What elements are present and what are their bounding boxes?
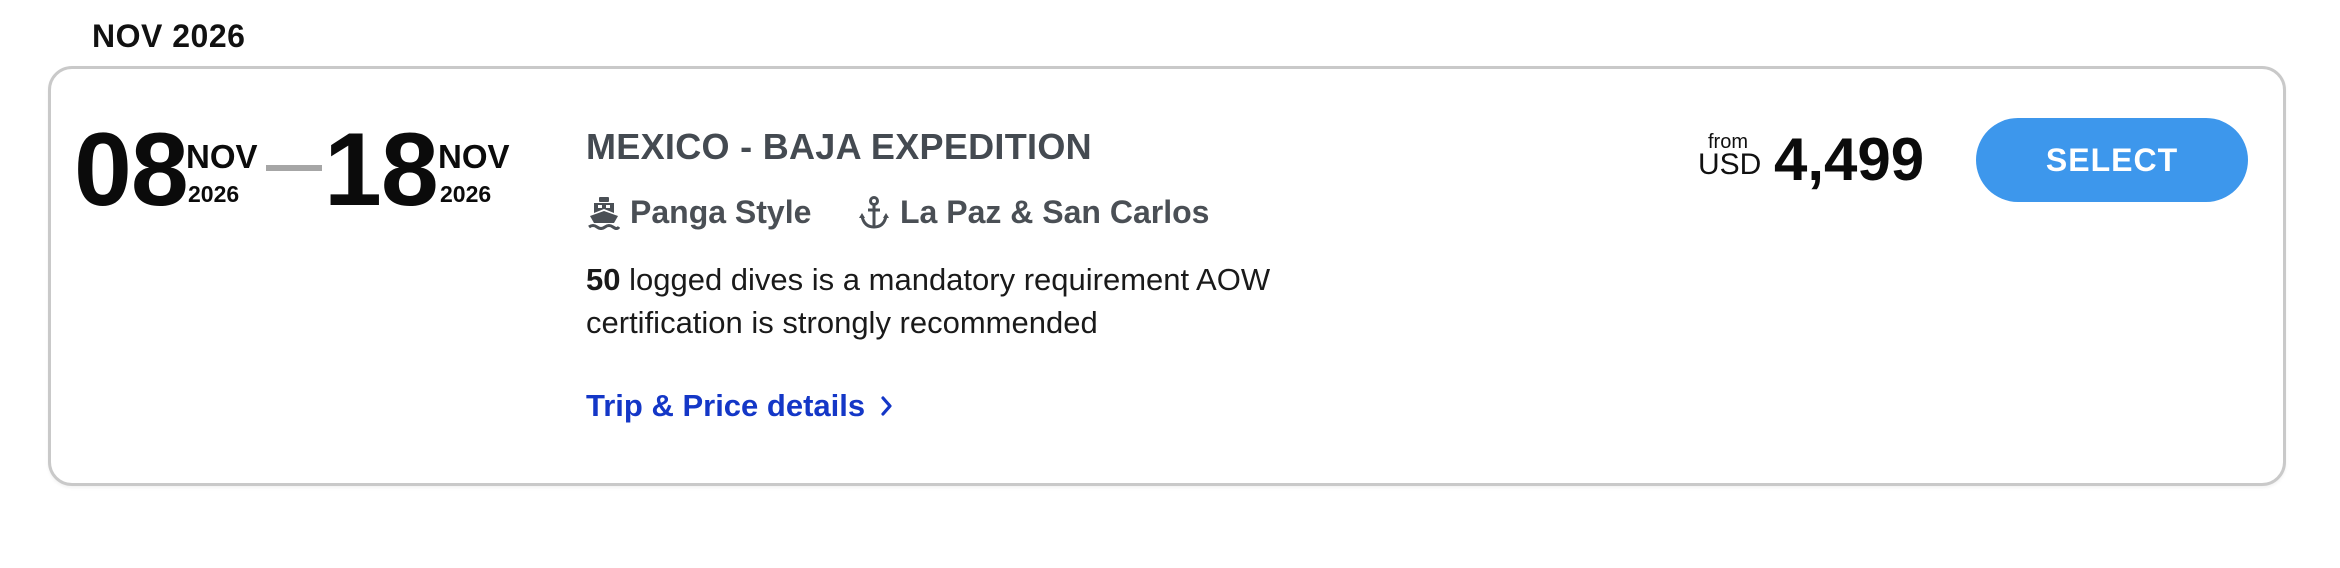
trip-style-label: Panga Style xyxy=(630,194,812,230)
end-month: NOV xyxy=(438,138,510,175)
anchor-icon xyxy=(858,195,890,230)
trip-port: La Paz & San Carlos xyxy=(858,194,1209,231)
boat-icon xyxy=(588,196,620,230)
trip-port-label: La Paz & San Carlos xyxy=(900,194,1210,230)
start-day: 08 xyxy=(74,112,189,228)
date-range-dash xyxy=(266,165,322,171)
end-year: 2026 xyxy=(440,181,492,207)
end-day: 18 xyxy=(324,112,439,228)
dive-requirement: 50 logged dives is a mandatory requireme… xyxy=(586,258,1406,344)
requirement-text-line2: certification is strongly recommended xyxy=(586,305,1098,340)
start-month: NOV xyxy=(186,138,258,175)
select-button[interactable]: SELECT xyxy=(1976,118,2248,202)
start-year: 2026 xyxy=(188,181,240,207)
details-link-label: Trip & Price details xyxy=(586,388,866,423)
trip-price: from USD 4,499 xyxy=(1698,128,1928,198)
trip-style: Panga Style xyxy=(588,194,811,231)
trip-title: MEXICO - BAJA EXPEDITION xyxy=(586,126,1092,167)
trip-info: MEXICO - BAJA EXPEDITION Panga Style La … xyxy=(586,126,1270,423)
requirement-text-line1: logged dives is a mandatory requirement … xyxy=(620,262,1271,297)
month-heading: NOV 2026 xyxy=(92,18,246,54)
dive-count: 50 xyxy=(586,262,621,297)
chevron-right-icon xyxy=(865,396,893,416)
price-currency: USD xyxy=(1698,148,1762,181)
price-amount: 4,499 xyxy=(1774,126,1925,193)
trip-price-details-link[interactable]: Trip & Price details xyxy=(586,388,893,424)
